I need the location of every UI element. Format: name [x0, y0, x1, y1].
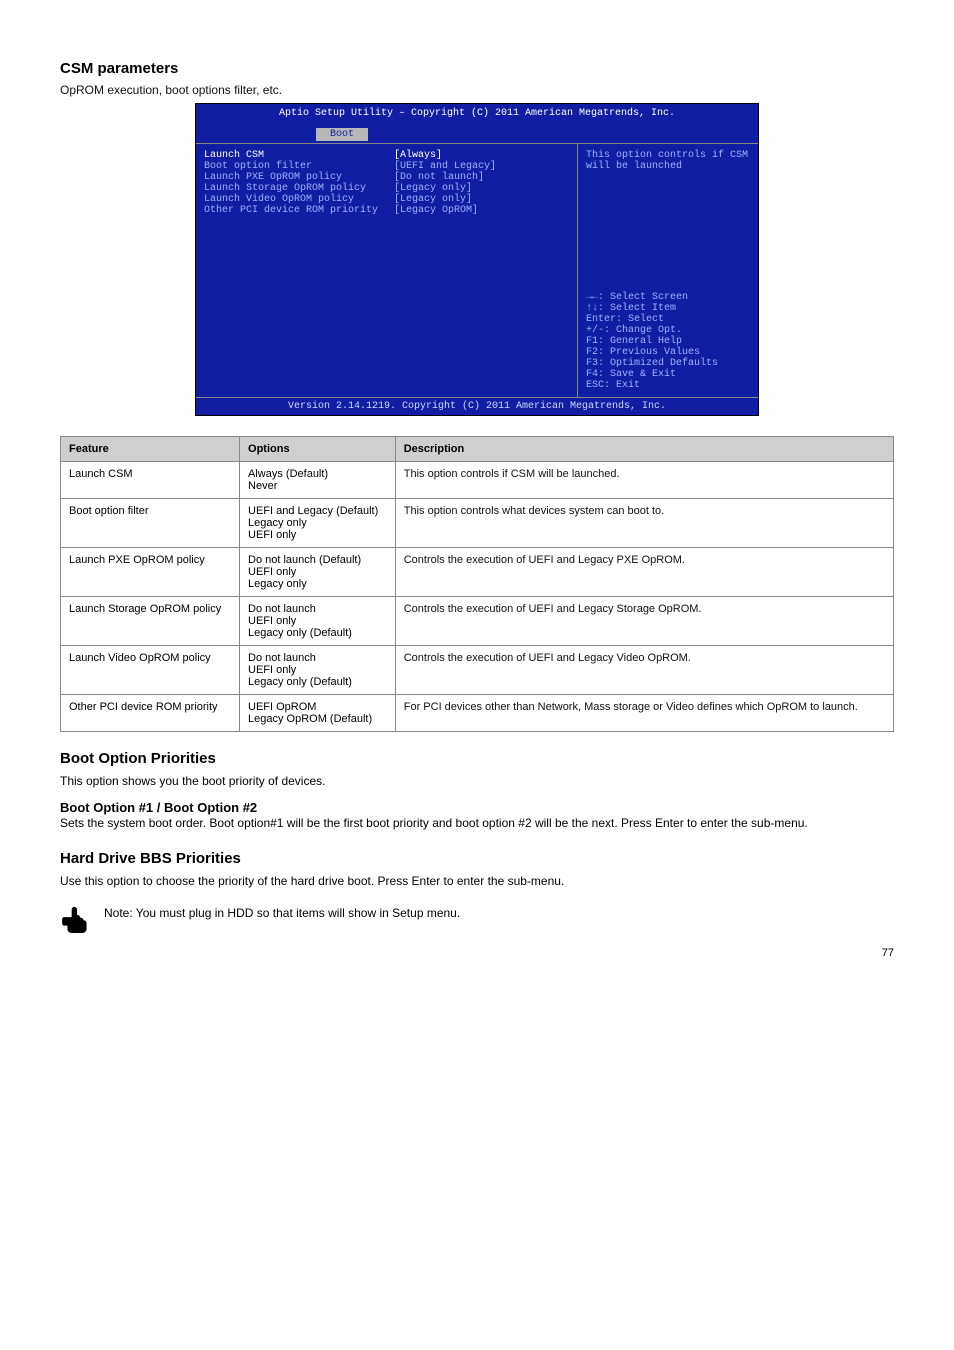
table-cell-feature: Launch Storage OpROM policy	[61, 597, 240, 646]
table-cell-options: Always (Default) Never	[240, 462, 396, 499]
pointing-hand-icon	[60, 899, 94, 933]
bios-help-key: →←: Select Screen	[586, 292, 750, 303]
table-header: Options	[240, 437, 396, 462]
para-boot-priorities: This option shows you the boot priority …	[60, 773, 894, 790]
table-cell-description: Controls the execution of UEFI and Legac…	[395, 646, 893, 695]
para-hdd-priorities: Use this option to choose the priority o…	[60, 873, 894, 890]
bios-window: Aptio Setup Utility – Copyright (C) 2011…	[195, 103, 759, 416]
table-header: Feature	[61, 437, 240, 462]
bios-row-label: Launch Video OpROM policy	[204, 194, 394, 205]
table-cell-feature: Boot option filter	[61, 499, 240, 548]
bios-tabbar: Boot	[196, 123, 758, 143]
table-cell-description: For PCI devices other than Network, Mass…	[395, 695, 893, 732]
bios-help-key: F4: Save & Exit	[586, 369, 750, 380]
table-cell-options: UEFI OpROM Legacy OpROM (Default)	[240, 695, 396, 732]
table-cell-description: This option controls if CSM will be laun…	[395, 462, 893, 499]
bios-help-key: F2: Previous Values	[586, 347, 750, 358]
bios-row-value: [Legacy only]	[394, 183, 472, 194]
bios-help-desc: This option controls if CSM will be laun…	[586, 150, 750, 172]
table-row: Other PCI device ROM priority UEFI OpROM…	[61, 695, 894, 732]
table-cell-description: Controls the execution of UEFI and Legac…	[395, 548, 893, 597]
table-cell-feature: Other PCI device ROM priority	[61, 695, 240, 732]
table-cell-description: Controls the execution of UEFI and Legac…	[395, 597, 893, 646]
options-table: Feature Options Description Launch CSM A…	[60, 436, 894, 732]
bios-help-key: +/-: Change Opt.	[586, 325, 750, 336]
table-cell-feature: Launch Video OpROM policy	[61, 646, 240, 695]
bios-row[interactable]: Launch Video OpROM policy [Legacy only]	[204, 194, 569, 205]
table-cell-options: Do not launch (Default) UEFI only Legacy…	[240, 548, 396, 597]
bios-footer: Version 2.14.1219. Copyright (C) 2011 Am…	[196, 397, 758, 415]
note-row: Note: You must plug in HDD so that items…	[60, 899, 894, 933]
para-boot-option: Sets the system boot order. Boot option#…	[60, 815, 894, 832]
bios-row-value: [Always]	[394, 150, 442, 161]
table-row: Launch Video OpROM policy Do not launch …	[61, 646, 894, 695]
page-number: 77	[882, 947, 894, 959]
subheading-boot-option: Boot Option #1 / Boot Option #2	[60, 800, 894, 815]
bios-row[interactable]: Boot option filter [UEFI and Legacy]	[204, 161, 569, 172]
bios-help-key: ESC: Exit	[586, 380, 750, 391]
bios-row[interactable]: Other PCI device ROM priority [Legacy Op…	[204, 205, 569, 216]
section-title-csm: CSM parameters	[60, 60, 894, 77]
section-sub-csm: OpROM execution, boot options filter, et…	[60, 83, 894, 97]
table-row: Launch PXE OpROM policy Do not launch (D…	[61, 548, 894, 597]
bios-row-value: [Do not launch]	[394, 172, 484, 183]
bios-row-value: [UEFI and Legacy]	[394, 161, 496, 172]
bios-title: Aptio Setup Utility – Copyright (C) 2011…	[196, 104, 758, 123]
table-row: Launch CSM Always (Default) Never This o…	[61, 462, 894, 499]
bios-left-pane: Launch CSM [Always] Boot option filter […	[196, 144, 578, 397]
bios-help-key: F3: Optimized Defaults	[586, 358, 750, 369]
bios-tab-boot[interactable]: Boot	[316, 128, 368, 141]
bios-row-label: Boot option filter	[204, 161, 394, 172]
table-cell-options: UEFI and Legacy (Default) Legacy only UE…	[240, 499, 396, 548]
bios-right-pane: This option controls if CSM will be laun…	[578, 144, 758, 397]
bios-row[interactable]: Launch CSM [Always]	[204, 150, 569, 161]
bios-help-key: F1: General Help	[586, 336, 750, 347]
bios-row-label: Other PCI device ROM priority	[204, 205, 394, 216]
table-cell-feature: Launch CSM	[61, 462, 240, 499]
bios-row[interactable]: Launch PXE OpROM policy [Do not launch]	[204, 172, 569, 183]
table-cell-feature: Launch PXE OpROM policy	[61, 548, 240, 597]
heading-boot-priorities: Boot Option Priorities	[60, 750, 894, 767]
table-header: Description	[395, 437, 893, 462]
bios-row-label: Launch Storage OpROM policy	[204, 183, 394, 194]
bios-row-value: [Legacy OpROM]	[394, 205, 478, 216]
bios-row-label: Launch CSM	[204, 150, 394, 161]
bios-row[interactable]: Launch Storage OpROM policy [Legacy only…	[204, 183, 569, 194]
bios-help-key: Enter: Select	[586, 314, 750, 325]
table-row: Boot option filter UEFI and Legacy (Defa…	[61, 499, 894, 548]
heading-hdd-priorities: Hard Drive BBS Priorities	[60, 850, 894, 867]
table-cell-options: Do not launch UEFI only Legacy only (Def…	[240, 646, 396, 695]
table-row: Launch Storage OpROM policy Do not launc…	[61, 597, 894, 646]
bios-row-label: Launch PXE OpROM policy	[204, 172, 394, 183]
bios-row-value: [Legacy only]	[394, 194, 472, 205]
table-cell-options: Do not launch UEFI only Legacy only (Def…	[240, 597, 396, 646]
table-cell-description: This option controls what devices system…	[395, 499, 893, 548]
note-text: Note: You must plug in HDD so that items…	[104, 905, 460, 922]
bios-help-key: ↑↓: Select Item	[586, 303, 750, 314]
